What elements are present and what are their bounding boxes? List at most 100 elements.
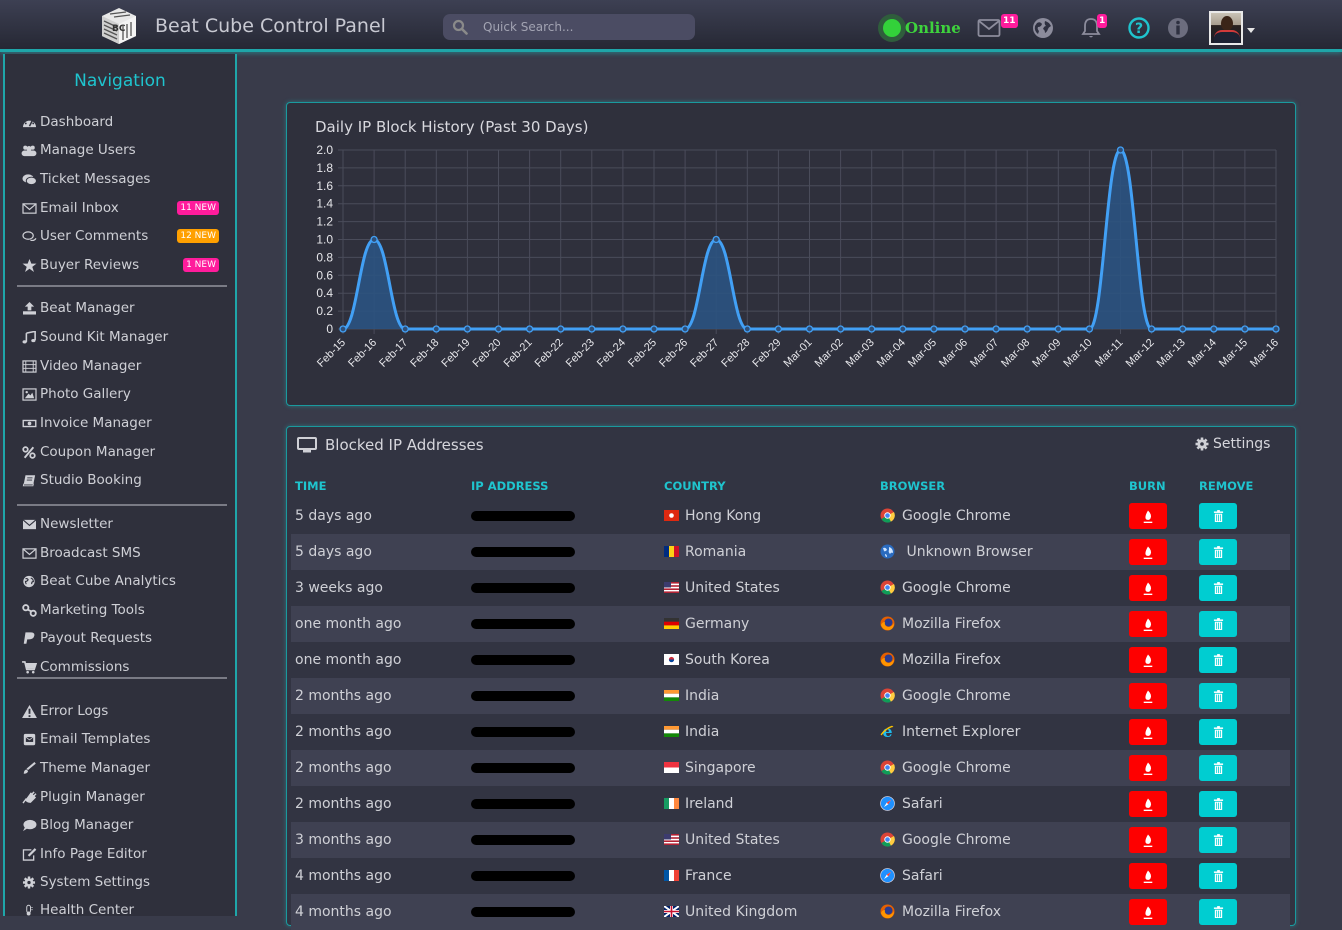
sidebar-item-error-logs[interactable]: Error Logs (21, 700, 231, 722)
users-icon (21, 143, 37, 157)
sidebar-item-video-manager[interactable]: Video Manager (21, 355, 231, 377)
sidebar-item-plugin-manager[interactable]: Plugin Manager (21, 786, 231, 808)
remove-button[interactable] (1199, 827, 1237, 853)
globe-icon[interactable] (1031, 16, 1055, 40)
help-icon[interactable]: ? (1127, 16, 1151, 40)
sidebar-item-photo-gallery[interactable]: Photo Gallery (21, 383, 231, 405)
sidebar-item-system-settings[interactable]: System Settings (21, 871, 231, 893)
remove-button[interactable] (1199, 575, 1237, 601)
table-row: 2 months ago India Google Chrome (291, 678, 1290, 714)
remove-button[interactable] (1199, 539, 1237, 565)
sidebar-item-sound-kit-manager[interactable]: Sound Kit Manager (21, 326, 231, 348)
sidebar-item-email-templates[interactable]: Email Templates (21, 728, 231, 750)
country-name: United Kingdom (685, 904, 798, 920)
browser-cell: e Internet Explorer (876, 714, 1125, 750)
data-point (1085, 325, 1094, 333)
column-header-browser[interactable]: BROWSER (876, 474, 1125, 498)
sidebar-item-beat-cube-analytics[interactable]: Beat Cube Analytics (21, 570, 231, 592)
sidebar-item-buyer-reviews[interactable]: Buyer Reviews 1 NEW (21, 254, 231, 276)
notifications-badge: 1 (1097, 14, 1108, 28)
nav-title: Navigation (74, 71, 166, 91)
sidebar-item-theme-manager[interactable]: Theme Manager (21, 757, 231, 779)
mail-badge: 11 (1001, 14, 1018, 28)
logo-icon[interactable]: BC (100, 6, 138, 46)
sidebar-item-marketing-tools[interactable]: Marketing Tools (21, 599, 231, 621)
column-header-burn[interactable]: BURN (1125, 474, 1195, 498)
sidebar-item-newsletter[interactable]: Newsletter (21, 513, 231, 535)
burn-button[interactable] (1129, 647, 1167, 673)
redacted-ip (471, 691, 575, 701)
sidebar-item-coupon-manager[interactable]: Coupon Manager (21, 441, 231, 463)
remove-button[interactable] (1199, 503, 1237, 529)
remove-button[interactable] (1199, 791, 1237, 817)
remove-button[interactable] (1199, 683, 1237, 709)
comment-bubbles-icon (21, 229, 37, 243)
y-tick-label: 0.4 (316, 286, 333, 300)
remove-button[interactable] (1199, 647, 1237, 673)
sidebar-item-health-center[interactable]: Health Center (21, 899, 231, 921)
sidebar-item-dashboard[interactable]: Dashboard (21, 111, 231, 133)
sidebar-item-info-page-editor[interactable]: Info Page Editor (21, 843, 231, 865)
burn-button[interactable] (1129, 863, 1167, 889)
remove-cell (1195, 714, 1290, 750)
app-title: Beat Cube Control Panel (155, 15, 386, 37)
sidebar-item-beat-manager[interactable]: Beat Manager (21, 297, 231, 319)
x-tick-label: Feb-17 (377, 337, 410, 370)
burn-button[interactable] (1129, 503, 1167, 529)
column-header-time[interactable]: TIME (291, 474, 467, 498)
remove-button[interactable] (1199, 719, 1237, 745)
mail-icon[interactable] (977, 16, 1001, 40)
burn-button[interactable] (1129, 899, 1167, 925)
flame-icon (1142, 725, 1154, 740)
column-header-ip-address[interactable]: IP ADDRESS (467, 474, 660, 498)
sidebar-item-blog-manager[interactable]: Blog Manager (21, 814, 231, 836)
info-icon[interactable] (1166, 16, 1190, 40)
sidebar-item-label: Info Page Editor (40, 846, 147, 862)
burn-button[interactable] (1129, 611, 1167, 637)
sidebar-item-user-comments[interactable]: User Comments 12 NEW (21, 225, 231, 247)
browser-name: Safari (902, 868, 943, 884)
country-cell: Romania (660, 534, 876, 570)
sidebar-item-label: Error Logs (40, 703, 109, 719)
burn-button[interactable] (1129, 575, 1167, 601)
search-input[interactable] (483, 14, 683, 40)
burn-button[interactable] (1129, 791, 1167, 817)
sidebar-item-manage-users[interactable]: Manage Users (21, 139, 231, 161)
remove-button[interactable] (1199, 611, 1237, 637)
column-header-country[interactable]: COUNTRY (660, 474, 876, 498)
sidebar-item-label: Buyer Reviews (40, 257, 140, 273)
data-point (961, 325, 969, 333)
burn-button[interactable] (1129, 755, 1167, 781)
sidebar-item-label: Theme Manager (40, 760, 151, 776)
sidebar-item-ticket-messages[interactable]: Ticket Messages (21, 168, 231, 190)
burn-button[interactable] (1129, 719, 1167, 745)
trash-icon (1213, 905, 1224, 919)
flag-ie-icon (664, 798, 679, 809)
remove-button[interactable] (1199, 899, 1237, 925)
x-tick-label: Feb-28 (719, 337, 752, 370)
data-point (494, 325, 503, 333)
sidebar-item-email-inbox[interactable]: Email Inbox 11 NEW (21, 197, 231, 219)
quick-search[interactable] (443, 14, 695, 40)
y-tick-label: 0.2 (316, 304, 333, 318)
burn-button[interactable] (1129, 539, 1167, 565)
burn-button[interactable] (1129, 683, 1167, 709)
sidebar-item-label: User Comments (40, 228, 149, 244)
upload-icon (21, 301, 37, 315)
online-dot-icon (878, 14, 906, 42)
user-menu-caret-icon[interactable] (1247, 28, 1255, 33)
sidebar-item-commissions[interactable]: Commissions (21, 656, 231, 678)
settings-button[interactable]: Settings (1195, 436, 1295, 452)
user-avatar[interactable] (1209, 11, 1243, 45)
column-header-remove[interactable]: REMOVE (1195, 474, 1290, 498)
sidebar-item-payout-requests[interactable]: Payout Requests (21, 627, 231, 649)
sidebar-item-broadcast-sms[interactable]: Broadcast SMS (21, 542, 231, 564)
trash-icon (1213, 689, 1224, 703)
burn-button[interactable] (1129, 827, 1167, 853)
remove-button[interactable] (1199, 863, 1237, 889)
edit-icon (21, 847, 37, 861)
remove-button[interactable] (1199, 755, 1237, 781)
sidebar-item-invoice-manager[interactable]: Invoice Manager (21, 412, 231, 434)
sidebar-item-studio-booking[interactable]: Studio Booking (21, 469, 231, 491)
country-name: Hong Kong (685, 508, 762, 524)
